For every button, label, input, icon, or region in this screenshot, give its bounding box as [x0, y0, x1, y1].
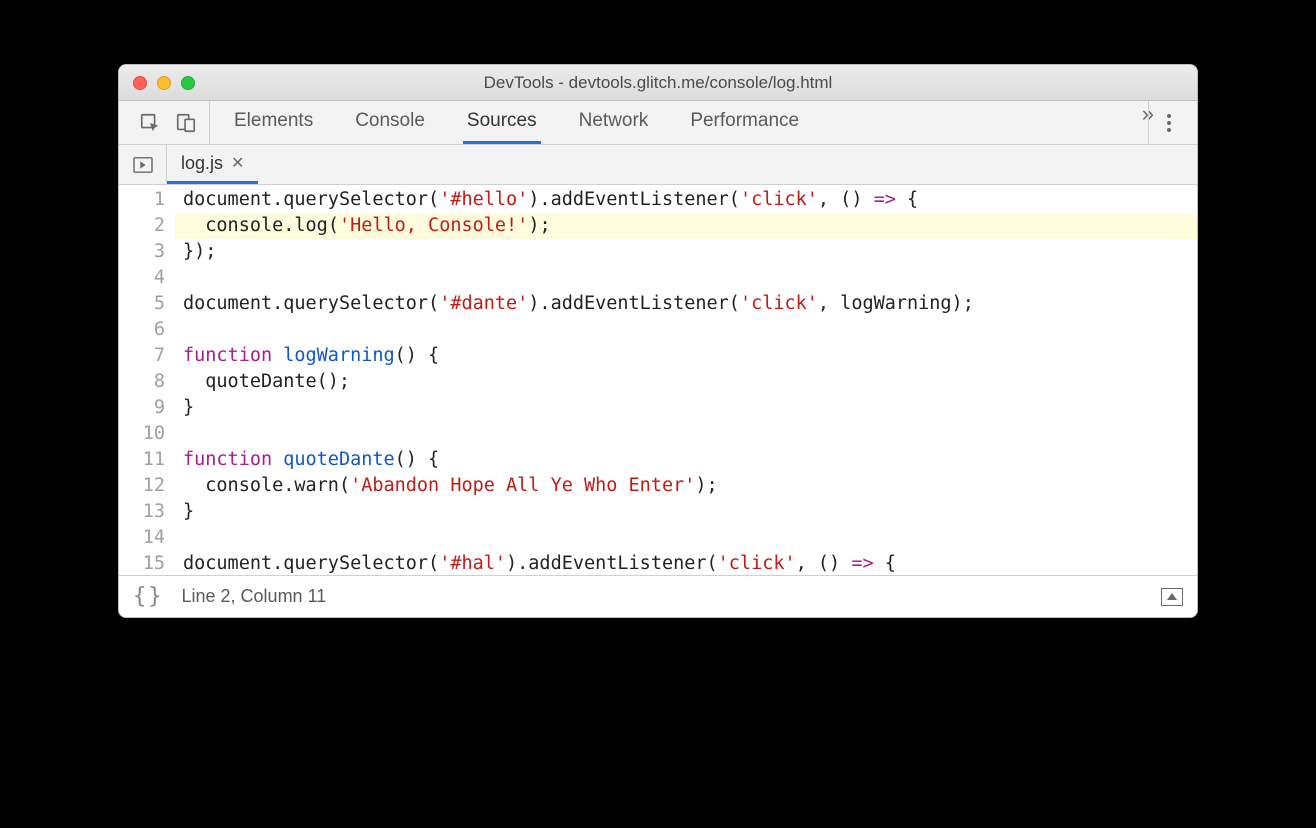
line-number[interactable]: 11 — [119, 447, 165, 473]
code-editor[interactable]: 123456789101112131415 document.querySele… — [119, 185, 1197, 575]
tab-performance[interactable]: Performance — [686, 101, 803, 144]
window-traffic-lights — [119, 76, 195, 90]
line-number[interactable]: 5 — [119, 291, 165, 317]
line-number[interactable]: 10 — [119, 421, 165, 447]
code-line[interactable]: document.querySelector('#hello').addEven… — [175, 187, 1197, 213]
code-line[interactable] — [175, 421, 1197, 447]
drawer-toggle-icon[interactable] — [1161, 588, 1183, 606]
line-number[interactable]: 15 — [119, 551, 165, 575]
file-tab-log-js[interactable]: log.js ✕ — [167, 145, 258, 184]
code-line[interactable]: function logWarning() { — [175, 343, 1197, 369]
cursor-position-label: Line 2, Column 11 — [182, 586, 327, 607]
tab-console[interactable]: Console — [351, 101, 429, 144]
navigator-toggle-icon[interactable] — [119, 145, 167, 184]
sources-file-tabs: log.js ✕ — [119, 145, 1197, 185]
close-window-button[interactable] — [133, 76, 147, 90]
code-line[interactable]: document.querySelector('#hal').addEventL… — [175, 551, 1197, 575]
line-number-gutter: 123456789101112131415 — [119, 185, 175, 575]
line-number[interactable]: 6 — [119, 317, 165, 343]
tab-sources[interactable]: Sources — [463, 101, 541, 144]
pretty-print-icon[interactable]: {} — [133, 584, 164, 609]
code-line[interactable]: console.log('Hello, Console!'); — [175, 213, 1197, 239]
code-line[interactable]: } — [175, 395, 1197, 421]
line-number[interactable]: 14 — [119, 525, 165, 551]
panel-tabs: Elements Console Sources Network Performance — [210, 101, 1142, 144]
line-number[interactable]: 1 — [119, 187, 165, 213]
line-number[interactable]: 7 — [119, 343, 165, 369]
close-file-icon[interactable]: ✕ — [231, 153, 244, 173]
editor-status-bar: {} Line 2, Column 11 — [119, 575, 1197, 617]
line-number[interactable]: 13 — [119, 499, 165, 525]
line-number[interactable]: 3 — [119, 239, 165, 265]
toolbar-right-group — [1148, 101, 1189, 144]
tab-network[interactable]: Network — [575, 101, 653, 144]
toolbar-left-group — [127, 101, 210, 144]
code-line[interactable] — [175, 317, 1197, 343]
code-line[interactable]: console.warn('Abandon Hope All Ye Who En… — [175, 473, 1197, 499]
code-line[interactable]: } — [175, 499, 1197, 525]
line-number[interactable]: 8 — [119, 369, 165, 395]
code-line[interactable]: }); — [175, 239, 1197, 265]
zoom-window-button[interactable] — [181, 76, 195, 90]
line-number[interactable]: 12 — [119, 473, 165, 499]
devtools-window: DevTools - devtools.glitch.me/console/lo… — [118, 64, 1198, 618]
code-line[interactable] — [175, 265, 1197, 291]
line-number[interactable]: 2 — [119, 213, 165, 239]
tab-elements[interactable]: Elements — [230, 101, 317, 144]
inspect-element-icon[interactable] — [139, 112, 161, 134]
line-number[interactable]: 9 — [119, 395, 165, 421]
code-line[interactable]: function quoteDante() { — [175, 447, 1197, 473]
minimize-window-button[interactable] — [157, 76, 171, 90]
settings-menu-icon[interactable] — [1163, 110, 1175, 136]
code-content[interactable]: document.querySelector('#hello').addEven… — [175, 185, 1197, 575]
code-line[interactable] — [175, 525, 1197, 551]
window-titlebar: DevTools - devtools.glitch.me/console/lo… — [119, 65, 1197, 101]
window-title: DevTools - devtools.glitch.me/console/lo… — [119, 73, 1197, 93]
line-number[interactable]: 4 — [119, 265, 165, 291]
code-line[interactable]: document.querySelector('#dante').addEven… — [175, 291, 1197, 317]
devtools-toolbar: Elements Console Sources Network Performance… — [119, 101, 1197, 145]
file-tab-label: log.js — [181, 153, 223, 174]
code-line[interactable]: quoteDante(); — [175, 369, 1197, 395]
device-toolbar-icon[interactable] — [175, 112, 197, 134]
